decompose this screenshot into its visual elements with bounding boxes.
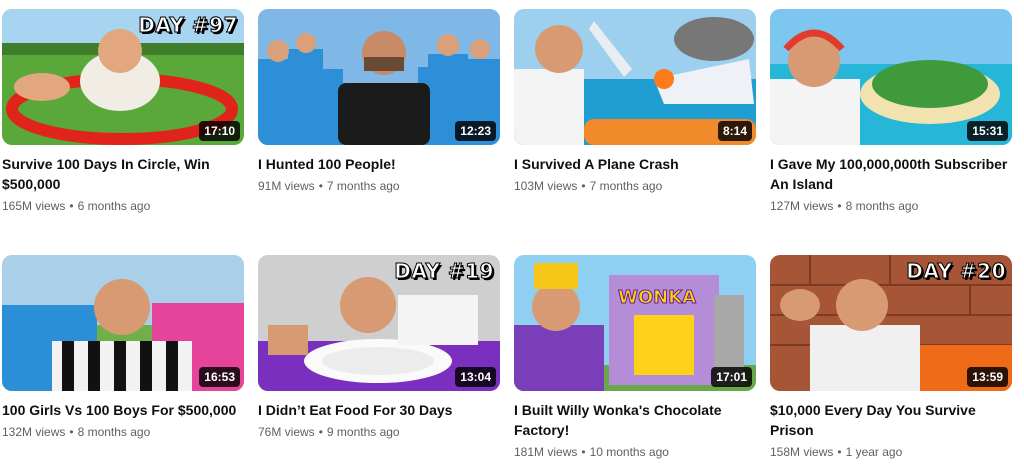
duration-badge: 8:14 (717, 121, 752, 141)
video-card[interactable]: DAY #97 17:10 Survive 100 Days In Circle… (2, 9, 244, 215)
video-title[interactable]: Survive 100 Days In Circle, Win $500,000 (2, 154, 244, 194)
day-overlay: DAY #19 (394, 259, 494, 284)
video-card[interactable]: WONKA 17:01 I Built Willy Wonka's Chocol… (514, 255, 756, 461)
video-thumbnail[interactable]: 16:53 (2, 255, 244, 391)
video-card[interactable]: 15:31 I Gave My 100,000,000th Subscriber… (770, 9, 1012, 215)
video-meta: 91M views • 7 months ago (258, 177, 500, 195)
meta-separator: • (581, 179, 586, 193)
meta-separator: • (318, 425, 323, 439)
upload-age: 10 months ago (589, 445, 669, 459)
video-card[interactable]: 16:53 100 Girls Vs 100 Boys For $500,000… (2, 255, 244, 441)
duration-badge: 17:10 (199, 121, 240, 141)
view-count: 103M views (514, 179, 578, 193)
view-count: 91M views (258, 179, 315, 193)
video-thumbnail[interactable]: DAY #97 17:10 (2, 9, 244, 145)
view-count: 76M views (258, 425, 315, 439)
meta-separator: • (318, 179, 323, 193)
video-title[interactable]: I Built Willy Wonka's Chocolate Factory! (514, 400, 756, 440)
duration-badge: 17:01 (711, 367, 752, 387)
video-meta: 103M views • 7 months ago (514, 177, 756, 195)
duration-badge: 15:31 (967, 121, 1008, 141)
video-card[interactable]: 12:23 I Hunted 100 People! 91M views • 7 m… (258, 9, 500, 195)
duration-badge: 16:53 (199, 367, 240, 387)
video-meta: 76M views • 9 months ago (258, 423, 500, 441)
video-title[interactable]: I Survived A Plane Crash (514, 154, 756, 174)
meta-separator: • (69, 199, 74, 213)
video-thumbnail[interactable]: DAY #20 13:59 (770, 255, 1012, 391)
duration-badge: 13:59 (967, 367, 1008, 387)
video-card[interactable]: 8:14 I Survived A Plane Crash 103M views… (514, 9, 756, 195)
video-grid: DAY #97 17:10 Survive 100 Days In Circle… (0, 0, 1024, 466)
day-overlay: DAY #20 (906, 259, 1006, 284)
video-card[interactable]: DAY #20 13:59 $10,000 Every Day You Surv… (770, 255, 1012, 461)
video-thumbnail[interactable]: 12:23 (258, 9, 500, 145)
upload-age: 8 months ago (77, 425, 151, 439)
video-meta: 158M views • 1 year ago (770, 443, 1012, 461)
video-thumbnail[interactable]: WONKA 17:01 (514, 255, 756, 391)
meta-separator: • (69, 425, 74, 439)
video-card[interactable]: DAY #19 13:04 I Didn’t Eat Food For 30 D… (258, 255, 500, 441)
view-count: 127M views (770, 199, 834, 213)
video-thumbnail[interactable]: 15:31 (770, 9, 1012, 145)
duration-badge: 12:23 (455, 121, 496, 141)
view-count: 132M views (2, 425, 66, 439)
upload-age: 7 months ago (326, 179, 400, 193)
duration-badge: 13:04 (455, 367, 496, 387)
upload-age: 7 months ago (589, 179, 663, 193)
video-title[interactable]: $10,000 Every Day You Survive Prison (770, 400, 1012, 440)
view-count: 158M views (770, 445, 834, 459)
video-meta: 132M views • 8 months ago (2, 423, 244, 441)
video-thumbnail[interactable]: DAY #19 13:04 (258, 255, 500, 391)
meta-separator: • (837, 445, 842, 459)
upload-age: 8 months ago (845, 199, 919, 213)
video-meta: 181M views • 10 months ago (514, 443, 756, 461)
video-meta: 165M views • 6 months ago (2, 197, 244, 215)
meta-separator: • (837, 199, 842, 213)
upload-age: 1 year ago (845, 445, 903, 459)
view-count: 181M views (514, 445, 578, 459)
view-count: 165M views (2, 199, 66, 213)
upload-age: 6 months ago (77, 199, 151, 213)
video-title[interactable]: I Hunted 100 People! (258, 154, 500, 174)
meta-separator: • (581, 445, 586, 459)
upload-age: 9 months ago (326, 425, 400, 439)
video-title[interactable]: I Didn’t Eat Food For 30 Days (258, 400, 500, 420)
video-thumbnail[interactable]: 8:14 (514, 9, 756, 145)
video-title[interactable]: I Gave My 100,000,000th Subscriber An Is… (770, 154, 1012, 194)
video-title[interactable]: 100 Girls Vs 100 Boys For $500,000 (2, 400, 244, 420)
video-meta: 127M views • 8 months ago (770, 197, 1012, 215)
wonka-overlay: WONKA (617, 287, 697, 309)
day-overlay: DAY #97 (138, 13, 238, 38)
